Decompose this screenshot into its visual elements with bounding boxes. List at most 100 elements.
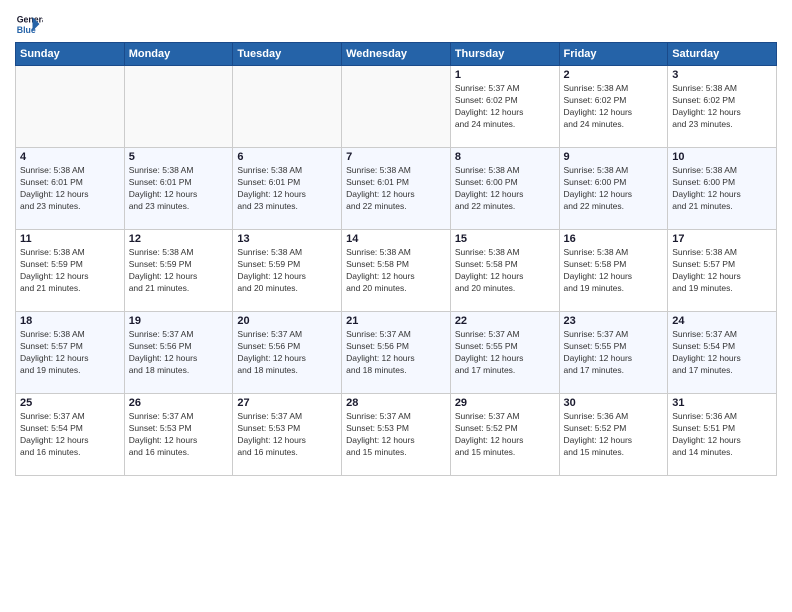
svg-text:General: General	[17, 14, 43, 24]
logo: GeneralBlue	[15, 10, 43, 38]
week-row-2: 4 Sunrise: 5:38 AM Sunset: 6:01 PM Daylig…	[16, 148, 777, 230]
week-row-1: 1 Sunrise: 5:37 AM Sunset: 6:02 PM Daylig…	[16, 66, 777, 148]
day-number: 17	[672, 233, 772, 245]
header-saturday: Saturday	[668, 43, 777, 66]
calendar-cell	[124, 66, 233, 148]
calendar-cell: 20Sunrise: 5:37 AM Sunset: 5:56 PM Dayli…	[233, 312, 342, 394]
calendar-cell: 29 Sunrise: 5:37 AM Sunset: 5:52 PM Dayli…	[450, 394, 559, 476]
day-info: Sunrise: 5:38 AM Sunset: 5:57 PM Dayligh…	[20, 329, 120, 377]
calendar-cell: 22Sunrise: 5:37 AM Sunset: 5:55 PM Dayli…	[450, 312, 559, 394]
calendar-cell: 11 Sunrise: 5:38 AM Sunset: 5:59 PM Dayli…	[16, 230, 125, 312]
day-number: 12	[129, 233, 229, 245]
day-number: 9	[564, 151, 664, 163]
day-info: Sunrise: 5:36 AM Sunset: 5:51 PM Dayligh…	[672, 411, 772, 459]
calendar-cell: 28Sunrise: 5:37 AM Sunset: 5:53 PM Dayli…	[342, 394, 451, 476]
day-info: Sunrise: 5:37 AM Sunset: 5:55 PM Dayligh…	[564, 329, 664, 377]
calendar-cell: 9 Sunrise: 5:38 AM Sunset: 6:00 PM Daylig…	[559, 148, 668, 230]
calendar-cell: 14 Sunrise: 5:38 AM Sunset: 5:58 PM Dayli…	[342, 230, 451, 312]
day-number: 23	[564, 315, 664, 327]
day-info: Sunrise: 5:38 AM Sunset: 5:59 PM Dayligh…	[237, 247, 337, 295]
calendar-cell: 7Sunrise: 5:38 AM Sunset: 6:01 PM Daylig…	[342, 148, 451, 230]
header-thursday: Thursday	[450, 43, 559, 66]
day-info: Sunrise: 5:37 AM Sunset: 5:56 PM Dayligh…	[129, 329, 229, 377]
calendar-cell: 8 Sunrise: 5:38 AM Sunset: 6:00 PM Daylig…	[450, 148, 559, 230]
calendar-cell: 16 Sunrise: 5:38 AM Sunset: 5:58 PM Dayli…	[559, 230, 668, 312]
day-info: Sunrise: 5:37 AM Sunset: 5:55 PM Dayligh…	[455, 329, 555, 377]
page-container: GeneralBlue SundayMondayTuesdayWednesday…	[0, 0, 792, 486]
day-info: Sunrise: 5:38 AM Sunset: 5:58 PM Dayligh…	[346, 247, 446, 295]
day-number: 8	[455, 151, 555, 163]
header-wednesday: Wednesday	[342, 43, 451, 66]
calendar-cell: 18 Sunrise: 5:38 AM Sunset: 5:57 PM Dayli…	[16, 312, 125, 394]
day-number: 13	[237, 233, 337, 245]
calendar-cell: 12Sunrise: 5:38 AM Sunset: 5:59 PM Dayli…	[124, 230, 233, 312]
calendar-cell: 5 Sunrise: 5:38 AM Sunset: 6:01 PM Daylig…	[124, 148, 233, 230]
day-info: Sunrise: 5:37 AM Sunset: 5:52 PM Dayligh…	[455, 411, 555, 459]
day-info: Sunrise: 5:38 AM Sunset: 5:58 PM Dayligh…	[455, 247, 555, 295]
calendar-cell: 1 Sunrise: 5:37 AM Sunset: 6:02 PM Daylig…	[450, 66, 559, 148]
header-row: SundayMondayTuesdayWednesdayThursdayFrid…	[16, 43, 777, 66]
day-number: 10	[672, 151, 772, 163]
day-number: 2	[564, 69, 664, 81]
day-number: 16	[564, 233, 664, 245]
calendar-cell: 15 Sunrise: 5:38 AM Sunset: 5:58 PM Dayli…	[450, 230, 559, 312]
week-row-4: 18 Sunrise: 5:38 AM Sunset: 5:57 PM Dayli…	[16, 312, 777, 394]
day-number: 30	[564, 397, 664, 409]
header-sunday: Sunday	[16, 43, 125, 66]
calendar-cell: 10 Sunrise: 5:38 AM Sunset: 6:00 PM Dayli…	[668, 148, 777, 230]
day-number: 15	[455, 233, 555, 245]
day-number: 21	[346, 315, 446, 327]
day-info: Sunrise: 5:37 AM Sunset: 5:53 PM Dayligh…	[237, 411, 337, 459]
day-number: 11	[20, 233, 120, 245]
day-info: Sunrise: 5:37 AM Sunset: 5:56 PM Dayligh…	[237, 329, 337, 377]
calendar-cell	[342, 66, 451, 148]
calendar-cell	[16, 66, 125, 148]
calendar-cell: 31Sunrise: 5:36 AM Sunset: 5:51 PM Dayli…	[668, 394, 777, 476]
day-info: Sunrise: 5:38 AM Sunset: 6:00 PM Dayligh…	[672, 165, 772, 213]
day-info: Sunrise: 5:38 AM Sunset: 6:01 PM Dayligh…	[20, 165, 120, 213]
day-info: Sunrise: 5:37 AM Sunset: 5:56 PM Dayligh…	[346, 329, 446, 377]
calendar-cell: 23 Sunrise: 5:37 AM Sunset: 5:55 PM Dayli…	[559, 312, 668, 394]
day-info: Sunrise: 5:38 AM Sunset: 6:02 PM Dayligh…	[672, 83, 772, 131]
day-number: 14	[346, 233, 446, 245]
day-number: 7	[346, 151, 446, 163]
calendar-cell: 24Sunrise: 5:37 AM Sunset: 5:54 PM Dayli…	[668, 312, 777, 394]
day-info: Sunrise: 5:38 AM Sunset: 5:59 PM Dayligh…	[20, 247, 120, 295]
day-info: Sunrise: 5:38 AM Sunset: 6:00 PM Dayligh…	[455, 165, 555, 213]
day-number: 29	[455, 397, 555, 409]
day-info: Sunrise: 5:38 AM Sunset: 5:58 PM Dayligh…	[564, 247, 664, 295]
calendar-table: SundayMondayTuesdayWednesdayThursdayFrid…	[15, 42, 777, 476]
day-info: Sunrise: 5:37 AM Sunset: 6:02 PM Dayligh…	[455, 83, 555, 131]
week-row-5: 25Sunrise: 5:37 AM Sunset: 5:54 PM Dayli…	[16, 394, 777, 476]
day-info: Sunrise: 5:37 AM Sunset: 5:54 PM Dayligh…	[672, 329, 772, 377]
week-row-3: 11 Sunrise: 5:38 AM Sunset: 5:59 PM Dayli…	[16, 230, 777, 312]
day-info: Sunrise: 5:38 AM Sunset: 6:01 PM Dayligh…	[237, 165, 337, 213]
day-number: 28	[346, 397, 446, 409]
calendar-cell	[233, 66, 342, 148]
calendar-cell: 19 Sunrise: 5:37 AM Sunset: 5:56 PM Dayli…	[124, 312, 233, 394]
day-number: 1	[455, 69, 555, 81]
day-number: 26	[129, 397, 229, 409]
calendar-cell: 25Sunrise: 5:37 AM Sunset: 5:54 PM Dayli…	[16, 394, 125, 476]
day-info: Sunrise: 5:38 AM Sunset: 6:00 PM Dayligh…	[564, 165, 664, 213]
header-friday: Friday	[559, 43, 668, 66]
header-monday: Monday	[124, 43, 233, 66]
calendar-cell: 17Sunrise: 5:38 AM Sunset: 5:57 PM Dayli…	[668, 230, 777, 312]
calendar-cell: 26 Sunrise: 5:37 AM Sunset: 5:53 PM Dayli…	[124, 394, 233, 476]
day-info: Sunrise: 5:37 AM Sunset: 5:53 PM Dayligh…	[129, 411, 229, 459]
day-number: 19	[129, 315, 229, 327]
calendar-cell: 21 Sunrise: 5:37 AM Sunset: 5:56 PM Dayli…	[342, 312, 451, 394]
logo-icon: GeneralBlue	[15, 10, 43, 38]
day-number: 4	[20, 151, 120, 163]
calendar-cell: 2 Sunrise: 5:38 AM Sunset: 6:02 PM Daylig…	[559, 66, 668, 148]
day-number: 3	[672, 69, 772, 81]
day-number: 6	[237, 151, 337, 163]
calendar-cell: 13 Sunrise: 5:38 AM Sunset: 5:59 PM Dayli…	[233, 230, 342, 312]
header-tuesday: Tuesday	[233, 43, 342, 66]
day-number: 18	[20, 315, 120, 327]
day-info: Sunrise: 5:38 AM Sunset: 6:02 PM Dayligh…	[564, 83, 664, 131]
day-number: 5	[129, 151, 229, 163]
day-info: Sunrise: 5:38 AM Sunset: 6:01 PM Dayligh…	[129, 165, 229, 213]
header: GeneralBlue	[15, 10, 777, 38]
day-number: 27	[237, 397, 337, 409]
